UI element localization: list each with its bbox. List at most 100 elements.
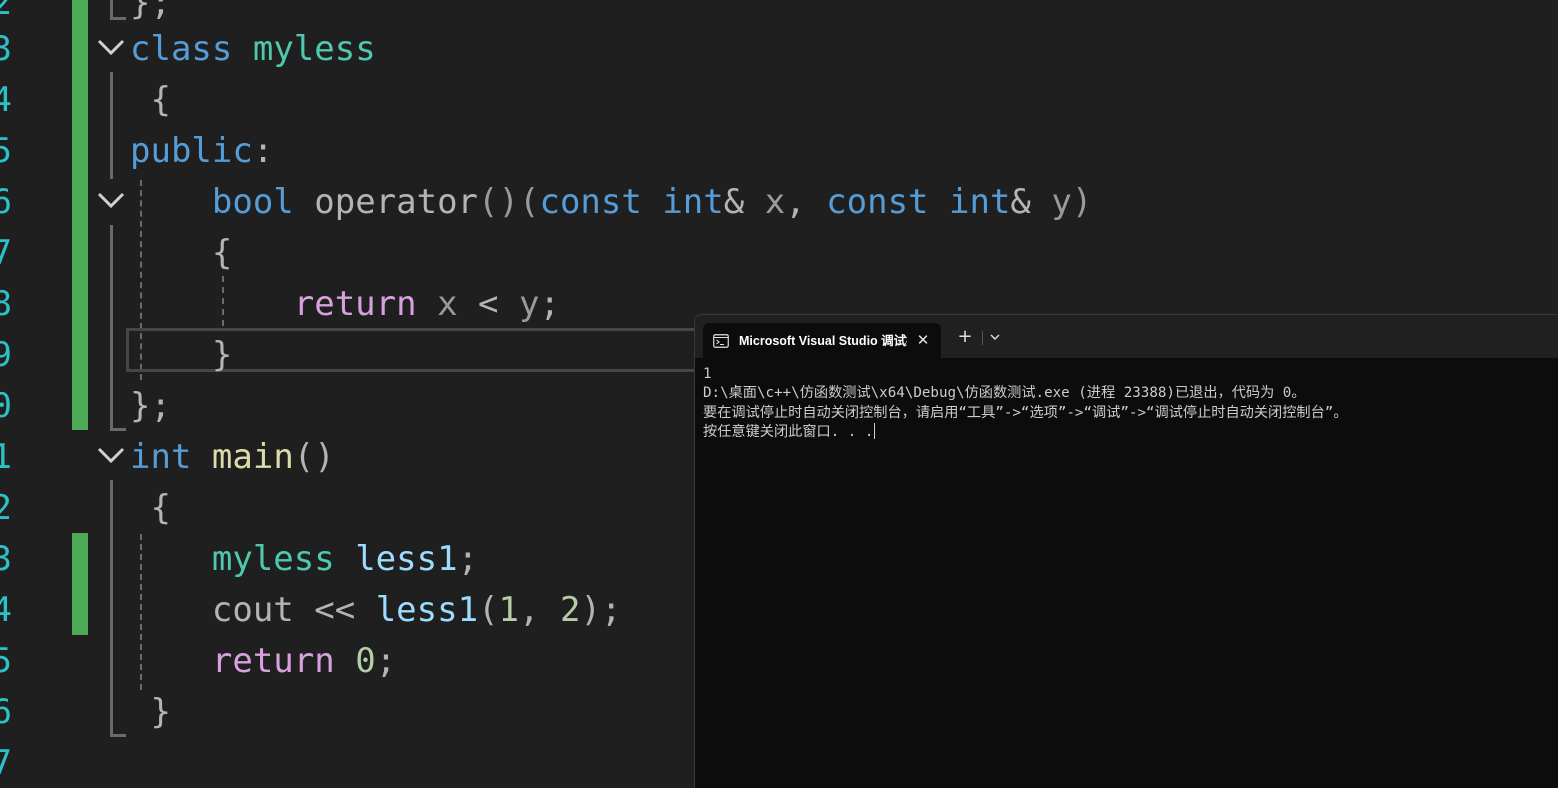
line-number: 4: [0, 80, 12, 120]
scope-guide: [110, 72, 113, 179]
code-line: cout << less1(1, 2);: [130, 585, 622, 636]
code-token: };: [130, 0, 171, 23]
code-token: }: [150, 692, 171, 732]
change-indicator-bar: [72, 0, 88, 430]
code-token: &: [723, 182, 745, 222]
scope-guide: [110, 428, 126, 431]
fold-chevron-icon[interactable]: [96, 32, 126, 62]
divider: [982, 331, 983, 345]
code-token: return: [293, 284, 417, 324]
line-number: 3: [0, 29, 12, 69]
code-line: myless less1;: [130, 534, 478, 585]
line-number: 2: [0, 488, 12, 528]
line-number: 6: [0, 182, 12, 222]
line-number: 4: [0, 590, 12, 630]
code-line: return x < y;: [130, 279, 560, 330]
code-token: bool: [211, 182, 294, 222]
code-token: y: [1051, 182, 1072, 222]
code-token: {: [150, 80, 171, 120]
code-line: }: [130, 330, 232, 381]
code-token: &: [1010, 182, 1031, 222]
code-token: myless: [252, 29, 376, 69]
code-token: {: [211, 233, 233, 273]
code-token: <: [478, 284, 499, 324]
code-token: :: [252, 131, 274, 171]
code-line: }: [130, 687, 171, 738]
close-tab-icon[interactable]: ✕: [913, 330, 933, 350]
code-token: 0: [355, 641, 376, 681]
code-token: int: [130, 437, 192, 477]
terminal-line: 要在调试停止时自动关闭控制台，请启用“工具”->“选项”->“调试”->“调试停…: [703, 404, 1348, 421]
line-number: 9: [0, 335, 12, 375]
console-icon: [713, 333, 729, 348]
line-number: 7: [0, 743, 12, 783]
code-token: main: [211, 437, 294, 477]
code-token: const: [826, 182, 929, 222]
line-number: 1: [0, 437, 12, 477]
terminal-line: D:\桌面\c++\仿函数测试\x64\Debug\仿函数测试.exe (进程 …: [703, 385, 1306, 402]
code-token: ;: [375, 641, 397, 681]
code-line: int main(): [130, 432, 335, 483]
line-number: 5: [0, 131, 12, 171]
line-number: 8: [0, 284, 12, 324]
code-token: {: [150, 488, 171, 528]
line-number: 6: [0, 692, 12, 732]
terminal-tab-title: Microsoft Visual Studio 调试控制台: [739, 334, 907, 348]
code-token: myless: [211, 539, 335, 579]
code-line: return 0;: [130, 636, 396, 687]
code-line: {: [130, 75, 171, 126]
line-number: 3: [0, 539, 12, 579]
code-token: ;: [600, 590, 622, 630]
code-line: public:: [130, 126, 273, 177]
debug-console-window[interactable]: Microsoft Visual Studio 调试控制台 ✕ + 1 D:\桌面…: [694, 314, 1558, 788]
code-token: 1: [498, 590, 520, 630]
code-token: (): [293, 437, 335, 477]
code-line: {: [130, 228, 232, 279]
code-token: cout: [211, 590, 294, 630]
terminal-line: 按任意键关闭此窗口. . .: [703, 423, 874, 440]
code-token: (: [478, 590, 499, 630]
code-token: public: [130, 131, 253, 171]
scope-guide: [110, 734, 126, 737]
terminal-tab[interactable]: Microsoft Visual Studio 调试控制台 ✕: [703, 323, 941, 358]
scope-guide: [110, 480, 113, 736]
terminal-prompt-line: 按任意键关闭此窗口. . .: [703, 422, 1553, 442]
code-line: };: [130, 381, 171, 432]
terminal-line: 1: [703, 366, 712, 382]
code-token: (: [518, 182, 540, 222]
change-indicator-bar: [72, 533, 88, 635]
code-token: x: [437, 284, 458, 324]
code-token: ;: [457, 539, 479, 579]
text-cursor: [874, 422, 876, 439]
line-number: 5: [0, 641, 12, 681]
code-token: ): [1071, 182, 1093, 222]
code-token: (): [478, 182, 519, 222]
chevron-down-icon[interactable]: [987, 329, 1003, 345]
code-line: class myless: [130, 24, 376, 75]
scope-guide: [110, 17, 126, 20]
code-token: int: [662, 182, 724, 222]
code-token: const: [539, 182, 642, 222]
code-token: ): [580, 590, 601, 630]
code-token: operator: [314, 182, 479, 222]
code-token: return: [211, 641, 335, 681]
code-token: x: [764, 182, 786, 222]
scope-guide: [110, 225, 113, 430]
code-token: less1: [355, 539, 458, 579]
code-token: int: [949, 182, 1011, 222]
code-token: y: [519, 284, 540, 324]
code-line: {: [130, 483, 171, 534]
code-token: ,: [519, 590, 540, 630]
line-number: 7: [0, 233, 12, 273]
code-token: }: [211, 335, 233, 375]
scope-guide: [110, 0, 113, 18]
code-token: ,: [785, 182, 806, 222]
terminal-title-bar: Microsoft Visual Studio 调试控制台 ✕ +: [695, 315, 1558, 358]
code-token: 2: [560, 590, 581, 630]
fold-chevron-icon[interactable]: [96, 185, 126, 215]
terminal-output[interactable]: 1 D:\桌面\c++\仿函数测试\x64\Debug\仿函数测试.exe (进程…: [703, 365, 1553, 442]
fold-chevron-icon[interactable]: [96, 440, 126, 470]
code-line: bool operator()(const int& x, const int&…: [130, 177, 1092, 228]
code-token: ;: [539, 284, 560, 324]
new-tab-button[interactable]: +: [955, 327, 975, 347]
